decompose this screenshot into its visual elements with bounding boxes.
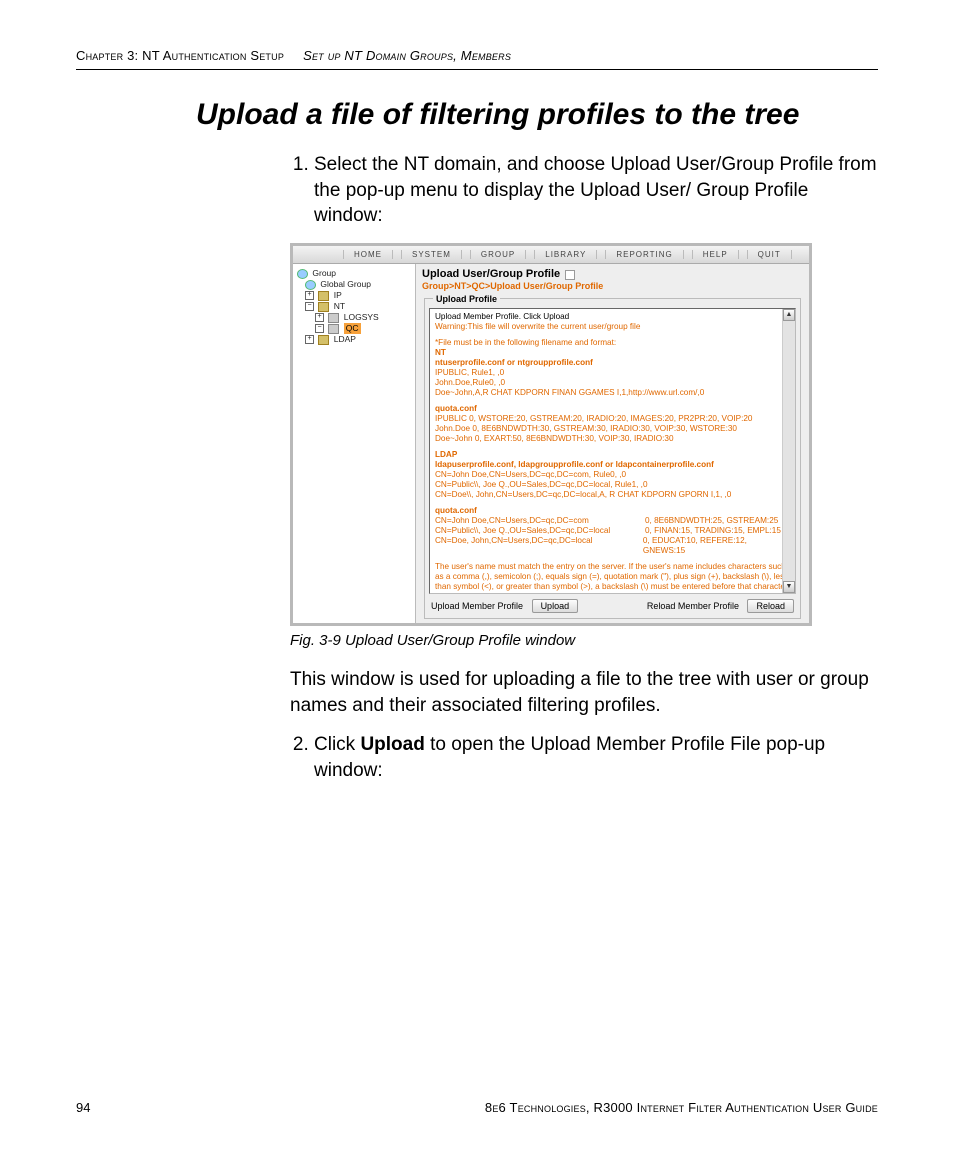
msg-ldap-file: ldapuserprofile.conf, ldapgroupprofile.c… [435,460,790,470]
step-2-bold: Upload [360,734,424,755]
tree-root-label: Group [312,268,336,278]
msg-nt-ex3: Doe~John,A,R CHAT KDPORN FINAN GGAMES I,… [435,388,790,398]
tree-item-ldap[interactable]: + LDAP [297,334,411,345]
tree-item-qc[interactable]: − QC [297,323,411,334]
after-figure-text: This window is used for uploading a file… [290,667,878,718]
menu-group[interactable]: GROUP [470,250,526,259]
msg-warning: Warning:This file will overwrite the cur… [435,322,790,332]
group-icon [297,269,308,279]
expand-icon[interactable]: + [305,335,314,344]
folder-icon [318,302,329,312]
msg-nt-ex2: John.Doe,Rule0, ,0 [435,378,790,388]
figure-caption: Fig. 3-9 Upload User/Group Profile windo… [290,632,878,649]
reload-button[interactable]: Reload [747,599,794,613]
upload-profile-panel: Upload Profile Upload Member Profile. Cl… [424,294,801,619]
domain-icon [328,313,339,323]
tree-item-nt[interactable]: − NT [297,301,411,312]
upload-button[interactable]: Upload [532,599,579,613]
panel-button-row: Upload Member Profile Upload Reload Memb… [429,594,796,614]
tree-item-logsys[interactable]: + LOGSYS [297,312,411,323]
tree-root[interactable]: Group [297,268,411,279]
tree-item-globalgroup[interactable]: Global Group [297,279,411,290]
msg-quota2-row2: CN=Public\\, Joe Q.,OU=Sales,DC=qc,DC=lo… [435,526,790,536]
upload-label: Upload Member Profile [431,601,523,611]
msg-nt-file: ntuserprofile.conf or ntgroupprofile.con… [435,358,790,368]
page-footer: 94 8e6 Technologies, R3000 Internet Filt… [76,1100,878,1115]
step-1-text: Select the NT domain, and choose Upload … [314,154,877,226]
msg-instruction: Upload Member Profile. Click Upload [435,312,790,322]
msg-quota-head: quota.conf [435,404,790,414]
msg-nt-head: NT [435,348,790,358]
section-label: Set up NT Domain Groups, Members [303,48,511,63]
msg-name-note: The user's name must match the entry on … [435,562,790,592]
running-header: Chapter 3: NT Authentication Setup Set u… [76,48,878,70]
msg-quota-3: Doe~John 0, EXART:50, 8E6BNDWDTH:30, VOI… [435,434,790,444]
msg-format-note: *File must be in the following filename … [435,338,790,348]
panel-title: Upload User/Group Profile [422,268,560,280]
panel-title-box-icon [565,270,575,280]
scrollbar[interactable] [782,309,795,593]
menu-library[interactable]: LIBRARY [534,250,597,259]
msg-quota2-head: quota.conf [435,506,790,516]
collapse-icon[interactable]: − [315,324,324,333]
menu-home[interactable]: HOME [343,250,393,259]
profile-format-textbox[interactable]: Upload Member Profile. Click Upload Warn… [429,308,796,594]
msg-ldap-1: CN=John Doe,CN=Users,DC=qc,DC=com, Rule0… [435,470,790,480]
upload-profile-screenshot: HOME SYSTEM GROUP LIBRARY REPORTING HELP… [290,243,812,626]
breadcrumb: Group>NT>QC>Upload User/Group Profile [422,281,803,291]
msg-ldap-2: CN=Public\\, Joe Q.,OU=Sales,DC=qc,DC=lo… [435,480,790,490]
msg-nt-ex1: IPUBLIC, Rule1, ,0 [435,368,790,378]
step-1: Select the NT domain, and choose Upload … [314,152,878,229]
msg-ldap-head: LDAP [435,450,790,460]
msg-quota2-row3: CN=Doe, John,CN=Users,DC=qc,DC=local 0, … [435,536,790,556]
menu-reporting[interactable]: REPORTING [605,250,683,259]
step-2-pre: Click [314,734,360,755]
domain-icon [328,324,339,334]
folder-icon [318,335,329,345]
expand-icon[interactable]: + [315,313,324,322]
app-menubar: HOME SYSTEM GROUP LIBRARY REPORTING HELP… [293,246,809,264]
menu-help[interactable]: HELP [692,250,739,259]
upload-profile-legend: Upload Profile [433,294,500,304]
menu-quit[interactable]: QUIT [747,250,792,259]
tree-selected-label: QC [344,323,361,334]
step-2: Click Upload to open the Upload Member P… [314,732,878,783]
scroll-up-icon[interactable]: ▲ [783,309,795,321]
main-panel: Upload User/Group Profile Group>NT>QC>Up… [416,264,809,623]
page-number: 94 [76,1100,90,1115]
page-heading: Upload a file of filtering profiles to t… [196,98,878,132]
msg-quota2-row1: CN=John Doe,CN=Users,DC=qc,DC=com 0, 8E6… [435,516,790,526]
msg-quota-1: IPUBLIC 0, WSTORE:20, GSTREAM:20, IRADIO… [435,414,790,424]
msg-quota-2: John.Doe 0, 8E6BNDWDTH:30, GSTREAM:30, I… [435,424,790,434]
menu-system[interactable]: SYSTEM [401,250,462,259]
folder-icon [318,291,329,301]
tree-item-ip[interactable]: + IP [297,290,411,301]
chapter-label: Chapter 3: NT Authentication Setup [76,48,284,63]
collapse-icon[interactable]: − [305,302,314,311]
msg-ldap-3: CN=Doe\\, John,CN=Users,DC=qc,DC=local,A… [435,490,790,500]
globe-icon [305,280,316,290]
expand-icon[interactable]: + [305,291,314,300]
book-title: 8e6 Technologies, R3000 Internet Filter … [485,1100,878,1115]
scroll-down-icon[interactable]: ▼ [783,581,795,593]
reload-label: Reload Member Profile [647,601,739,611]
navigation-tree[interactable]: Group Global Group + IP − NT [293,264,416,623]
